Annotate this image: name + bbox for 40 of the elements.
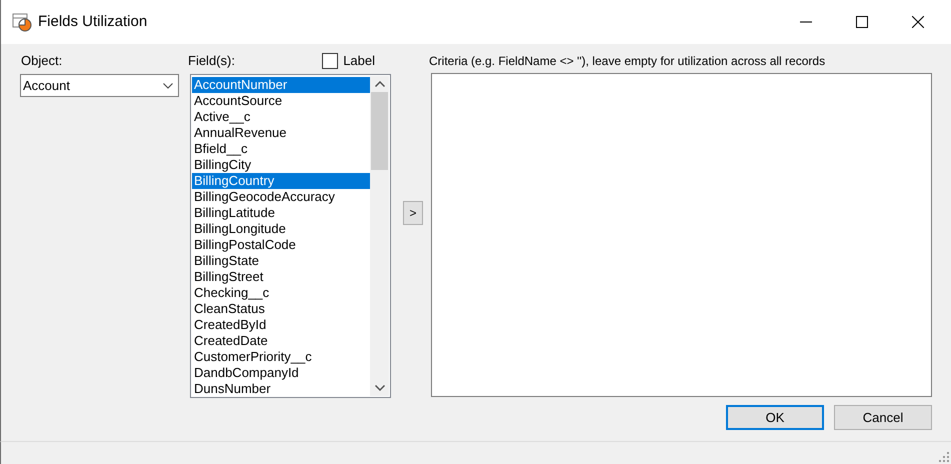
field-item[interactable]: BillingCountry — [192, 173, 370, 189]
field-item[interactable]: BillingState — [192, 253, 370, 269]
field-item[interactable]: CustomerPriority__c — [192, 349, 370, 365]
field-item[interactable]: Checking__c — [192, 285, 370, 301]
field-item[interactable]: AnnualRevenue — [192, 125, 370, 141]
field-item[interactable]: CreatedDate — [192, 333, 370, 349]
object-label: Object: — [21, 52, 62, 70]
close-icon[interactable] — [912, 16, 924, 28]
field-item[interactable]: DunsNumber — [192, 381, 370, 396]
field-item[interactable]: BillingGeocodeAccuracy — [192, 189, 370, 205]
field-item[interactable]: BillingLatitude — [192, 205, 370, 221]
add-button[interactable]: > — [403, 201, 423, 225]
field-item[interactable]: BillingCity — [192, 157, 370, 173]
criteria-field[interactable] — [431, 73, 932, 397]
scroll-thumb[interactable] — [371, 92, 388, 170]
field-item[interactable]: Active__c — [192, 109, 370, 125]
field-item[interactable]: BillingLongitude — [192, 221, 370, 237]
scroll-up-icon[interactable] — [374, 81, 384, 87]
scrollbar[interactable] — [370, 76, 389, 396]
dialog-button[interactable]: Cancel — [834, 405, 932, 430]
field-item[interactable]: DandbCompanyId — [192, 365, 370, 381]
field-item[interactable]: Bfield__c — [192, 141, 370, 157]
field-item[interactable]: CleanStatus — [192, 301, 370, 317]
field-item[interactable]: AccountNumber — [192, 77, 370, 93]
field-item[interactable]: CreatedById — [192, 317, 370, 333]
window-title: Fields Utilization — [38, 12, 148, 32]
app-icon — [12, 12, 32, 32]
criteria-label: Criteria (e.g. FieldName <> ''), leave empty for utilization across all records — [429, 53, 826, 70]
field-item[interactable]: BillingStreet — [192, 269, 370, 285]
field-item[interactable]: AccountSource — [192, 93, 370, 109]
chevron-down-icon — [163, 82, 173, 88]
field-item[interactable]: BillingPostalCode — [192, 237, 370, 253]
maximize-icon[interactable] — [856, 16, 868, 28]
checkbox[interactable] — [322, 53, 338, 69]
object-dropdown[interactable]: Account — [20, 74, 179, 97]
dialog-button[interactable]: OK — [726, 405, 824, 430]
checkbox-label: Label — [343, 52, 375, 70]
scroll-down-icon[interactable] — [374, 385, 384, 391]
resize-grip-icon[interactable] — [939, 452, 949, 462]
fields-label: Field(s): — [188, 52, 235, 70]
